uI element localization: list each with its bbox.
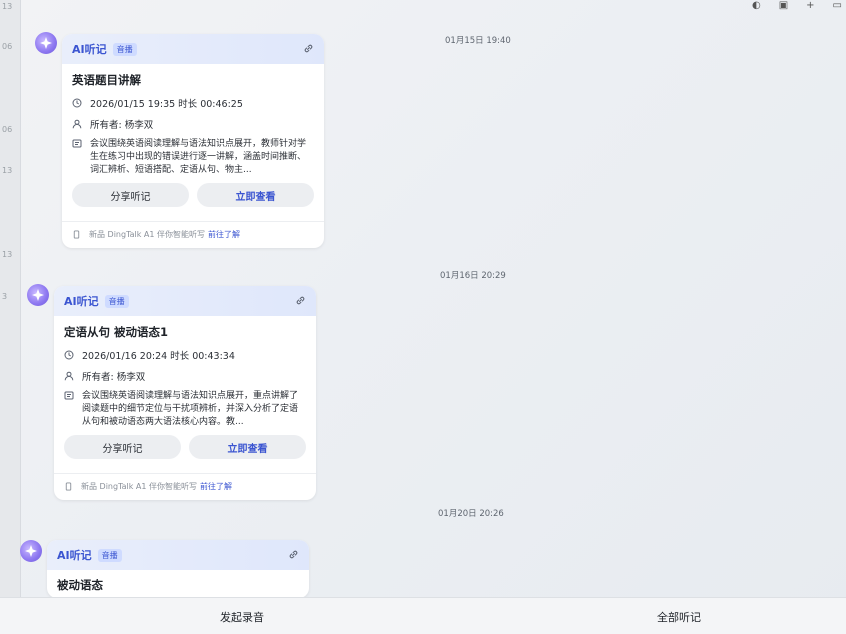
start-recording-button[interactable]: 发起录音 (220, 609, 264, 625)
sparkle-icon (40, 37, 52, 49)
card-title: 被动语态 (57, 578, 103, 592)
datetime-row: 2026/01/16 20:24 时长 00:43:34 (64, 348, 306, 362)
link-icon[interactable] (303, 43, 314, 54)
footer-text: 新品 DingTalk A1 伴你智能听写 (81, 482, 198, 491)
card-footer: 新品 DingTalk A1 伴你智能听写 前往了解 (54, 473, 316, 500)
view-now-button[interactable]: 立即查看 (197, 183, 314, 207)
owner-row: 所有者: 杨李双 (72, 117, 314, 131)
sparkle-icon (25, 545, 37, 557)
owner-text: 所有者: 杨李双 (90, 120, 154, 131)
datetime-text: 2026/01/16 20:24 时长 00:43:34 (82, 351, 235, 362)
side-number: 3 (2, 292, 8, 301)
summary-row: 会议围绕英语阅读理解与语法知识点展开，教师针对学生在练习中出现的错误进行逐一讲解… (72, 138, 314, 177)
sparkle-icon (32, 289, 44, 301)
summary-row: 会议围绕英语阅读理解与语法知识点展开，重点讲解了阅读题中的细节定位与干扰项辨析，… (64, 390, 306, 429)
side-number: 06 (2, 42, 13, 51)
copy-icon[interactable]: ▣ (779, 0, 788, 11)
window-controls: ◐ ▣ + ▭ (752, 0, 842, 11)
card-app-name: AI听记 (57, 549, 92, 562)
user-icon (64, 371, 74, 381)
side-number: 13 (2, 2, 13, 11)
moon-icon[interactable]: ◐ (752, 0, 761, 11)
meeting-note-card[interactable]: AI听记 音播 定语从句 被动语态1 2026/01/16 20:24 时长 0… (54, 286, 316, 500)
share-note-button[interactable]: 分享听记 (72, 183, 189, 207)
device-icon (73, 230, 80, 239)
card-tag: 音播 (112, 42, 137, 56)
side-number: 06 (2, 125, 13, 134)
message-timestamp: 01月16日 20:29 (440, 271, 506, 281)
view-now-button[interactable]: 立即查看 (189, 435, 306, 459)
card-tag: 音播 (104, 294, 129, 308)
card-title: 定语从句 被动语态1 (64, 325, 169, 339)
card-header: AI听记 音播 (54, 286, 316, 316)
card-footer: 新品 DingTalk A1 伴你智能听写 前往了解 (62, 221, 324, 248)
window-icon[interactable]: ▭ (833, 0, 842, 11)
card-app-name: AI听记 (72, 43, 107, 56)
card-title: 英语题目讲解 (72, 73, 141, 87)
meeting-note-card[interactable]: AI听记 音播 英语题目讲解 2026/01/15 19:35 时长 00:46… (62, 34, 324, 248)
owner-text: 所有者: 杨李双 (82, 372, 146, 383)
message-timestamp: 01月15日 19:40 (445, 36, 511, 46)
summary-text: 会议围绕英语阅读理解与语法知识点展开，教师针对学生在练习中出现的错误进行逐一讲解… (90, 139, 307, 175)
side-number: 13 (2, 166, 13, 175)
device-icon (65, 482, 72, 491)
summary-text: 会议围绕英语阅读理解与语法知识点展开，重点讲解了阅读题中的细节定位与干扰项辨析，… (82, 391, 299, 427)
share-note-button[interactable]: 分享听记 (64, 435, 181, 459)
owner-row: 所有者: 杨李双 (64, 369, 306, 383)
learn-more-link[interactable]: 前往了解 (208, 229, 240, 240)
summary-icon (64, 391, 74, 400)
message-timestamp: 01月20日 20:26 (438, 509, 504, 519)
ai-avatar[interactable] (27, 284, 49, 306)
datetime-text: 2026/01/15 19:35 时长 00:46:25 (90, 99, 243, 110)
link-icon[interactable] (295, 295, 306, 306)
plus-icon[interactable]: + (806, 0, 814, 11)
link-icon[interactable] (288, 549, 299, 560)
left-strip: 13 06 06 13 13 3 (0, 0, 21, 634)
bottom-bar: 发起录音 全部听记 (0, 597, 846, 634)
clock-icon (72, 98, 82, 108)
ai-avatar[interactable] (20, 540, 42, 562)
side-number: 13 (2, 250, 13, 259)
clock-icon (64, 350, 74, 360)
summary-icon (72, 139, 82, 148)
all-notes-button[interactable]: 全部听记 (657, 609, 701, 625)
ai-avatar[interactable] (35, 32, 57, 54)
card-app-name: AI听记 (64, 295, 99, 308)
meeting-note-card[interactable]: AI听记 音播 被动语态 (47, 540, 309, 598)
card-tag: 音播 (97, 548, 122, 562)
card-header: AI听记 音播 (47, 540, 309, 570)
user-icon (72, 119, 82, 129)
datetime-row: 2026/01/15 19:35 时长 00:46:25 (72, 96, 314, 110)
footer-text: 新品 DingTalk A1 伴你智能听写 (89, 230, 206, 239)
learn-more-link[interactable]: 前往了解 (200, 481, 232, 492)
card-header: AI听记 音播 (62, 34, 324, 64)
